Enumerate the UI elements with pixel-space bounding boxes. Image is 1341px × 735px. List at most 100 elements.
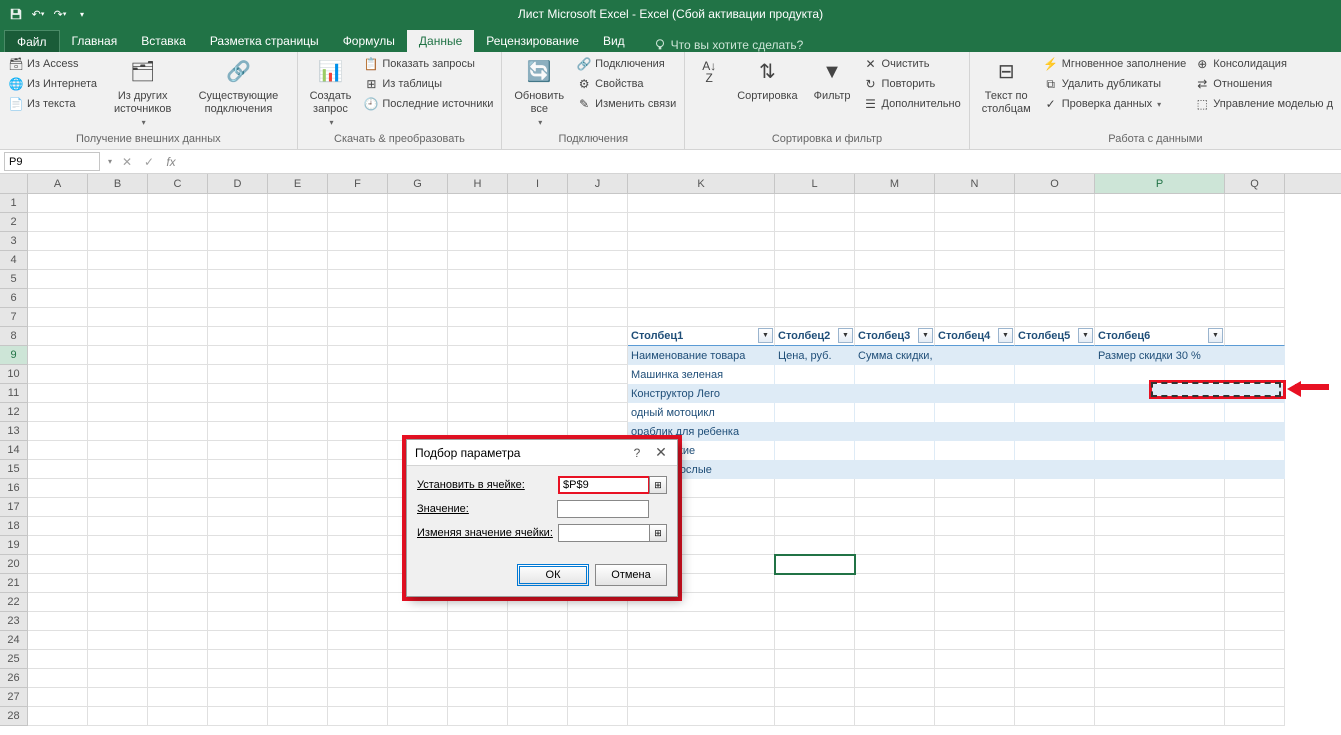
cell-B24[interactable] bbox=[88, 631, 148, 650]
show-queries-button[interactable]: 📋Показать запросы bbox=[361, 54, 495, 74]
to-value-input[interactable] bbox=[557, 500, 649, 518]
cell-G11[interactable] bbox=[388, 384, 448, 403]
cell-N28[interactable] bbox=[935, 707, 1015, 726]
cell-D20[interactable] bbox=[208, 555, 268, 574]
undo-icon[interactable]: ↶▾ bbox=[30, 6, 46, 22]
cell-L26[interactable] bbox=[775, 669, 855, 688]
cell-B16[interactable] bbox=[88, 479, 148, 498]
cell-H25[interactable] bbox=[448, 650, 508, 669]
dialog-help-icon[interactable]: ? bbox=[625, 446, 649, 460]
cell-O14[interactable] bbox=[1015, 441, 1095, 460]
row-header-28[interactable]: 28 bbox=[0, 707, 28, 726]
cell-B7[interactable] bbox=[88, 308, 148, 327]
cell-Q1[interactable] bbox=[1225, 194, 1285, 213]
cell-M8[interactable]: Столбец3▼ bbox=[855, 327, 935, 346]
cell-F22[interactable] bbox=[328, 593, 388, 612]
cell-G27[interactable] bbox=[388, 688, 448, 707]
consolidate-button[interactable]: ⊕Консолидация bbox=[1192, 54, 1335, 74]
cell-D28[interactable] bbox=[208, 707, 268, 726]
from-access-button[interactable]: 🗃Из Access bbox=[6, 54, 99, 74]
cell-G9[interactable] bbox=[388, 346, 448, 365]
cell-M27[interactable] bbox=[855, 688, 935, 707]
cell-J26[interactable] bbox=[568, 669, 628, 688]
from-other-sources-button[interactable]: 🗂 Из других источников bbox=[103, 54, 182, 132]
set-cell-input[interactable] bbox=[558, 476, 650, 494]
cell-O20[interactable] bbox=[1015, 555, 1095, 574]
cell-F12[interactable] bbox=[328, 403, 388, 422]
cell-I26[interactable] bbox=[508, 669, 568, 688]
cell-A21[interactable] bbox=[28, 574, 88, 593]
cell-N25[interactable] bbox=[935, 650, 1015, 669]
cell-B8[interactable] bbox=[88, 327, 148, 346]
cell-N19[interactable] bbox=[935, 536, 1015, 555]
cell-O15[interactable] bbox=[1015, 460, 1095, 479]
cell-F15[interactable] bbox=[328, 460, 388, 479]
cell-J9[interactable] bbox=[568, 346, 628, 365]
sort-az-button[interactable]: A↓Z bbox=[691, 54, 727, 92]
cell-P16[interactable] bbox=[1095, 479, 1225, 498]
cell-B22[interactable] bbox=[88, 593, 148, 612]
cell-O3[interactable] bbox=[1015, 232, 1095, 251]
cell-C24[interactable] bbox=[148, 631, 208, 650]
row-header-20[interactable]: 20 bbox=[0, 555, 28, 574]
cell-A17[interactable] bbox=[28, 498, 88, 517]
cell-C12[interactable] bbox=[148, 403, 208, 422]
row-header-7[interactable]: 7 bbox=[0, 308, 28, 327]
connections-button[interactable]: 🔗Подключения bbox=[574, 54, 678, 74]
col-header-N[interactable]: N bbox=[935, 174, 1015, 193]
cell-Q12[interactable] bbox=[1225, 403, 1285, 422]
cell-K28[interactable] bbox=[628, 707, 775, 726]
row-header-15[interactable]: 15 bbox=[0, 460, 28, 479]
cell-Q22[interactable] bbox=[1225, 593, 1285, 612]
existing-connections-button[interactable]: 🔗 Существующие подключения bbox=[186, 54, 290, 118]
tab-formulas[interactable]: Формулы bbox=[331, 30, 407, 52]
cell-Q26[interactable] bbox=[1225, 669, 1285, 688]
cell-N27[interactable] bbox=[935, 688, 1015, 707]
cell-C3[interactable] bbox=[148, 232, 208, 251]
cell-D22[interactable] bbox=[208, 593, 268, 612]
cell-Q23[interactable] bbox=[1225, 612, 1285, 631]
cell-B9[interactable] bbox=[88, 346, 148, 365]
fx-icon[interactable]: fx bbox=[160, 151, 182, 173]
cell-D26[interactable] bbox=[208, 669, 268, 688]
cell-O13[interactable] bbox=[1015, 422, 1095, 441]
cell-G12[interactable] bbox=[388, 403, 448, 422]
cell-H3[interactable] bbox=[448, 232, 508, 251]
ok-button[interactable]: ОК bbox=[517, 564, 589, 586]
cell-A19[interactable] bbox=[28, 536, 88, 555]
cell-L3[interactable] bbox=[775, 232, 855, 251]
cell-Q27[interactable] bbox=[1225, 688, 1285, 707]
cell-A24[interactable] bbox=[28, 631, 88, 650]
cell-E13[interactable] bbox=[268, 422, 328, 441]
cell-L12[interactable] bbox=[775, 403, 855, 422]
cell-B14[interactable] bbox=[88, 441, 148, 460]
cell-K24[interactable] bbox=[628, 631, 775, 650]
cell-E3[interactable] bbox=[268, 232, 328, 251]
cell-Q17[interactable] bbox=[1225, 498, 1285, 517]
cell-D6[interactable] bbox=[208, 289, 268, 308]
cell-L24[interactable] bbox=[775, 631, 855, 650]
cell-H8[interactable] bbox=[448, 327, 508, 346]
cell-B23[interactable] bbox=[88, 612, 148, 631]
cell-D19[interactable] bbox=[208, 536, 268, 555]
tell-me-search[interactable]: Что вы хотите сделать? bbox=[637, 38, 804, 52]
cell-I9[interactable] bbox=[508, 346, 568, 365]
cell-P3[interactable] bbox=[1095, 232, 1225, 251]
cell-A7[interactable] bbox=[28, 308, 88, 327]
cell-P28[interactable] bbox=[1095, 707, 1225, 726]
row-header-5[interactable]: 5 bbox=[0, 270, 28, 289]
row-header-25[interactable]: 25 bbox=[0, 650, 28, 669]
cell-B3[interactable] bbox=[88, 232, 148, 251]
accept-formula-icon[interactable]: ✓ bbox=[138, 151, 160, 173]
row-header-6[interactable]: 6 bbox=[0, 289, 28, 308]
relationships-button[interactable]: ⇄Отношения bbox=[1192, 74, 1335, 94]
cell-G26[interactable] bbox=[388, 669, 448, 688]
cell-A28[interactable] bbox=[28, 707, 88, 726]
cell-J6[interactable] bbox=[568, 289, 628, 308]
cell-D23[interactable] bbox=[208, 612, 268, 631]
cell-I23[interactable] bbox=[508, 612, 568, 631]
cell-B6[interactable] bbox=[88, 289, 148, 308]
cell-B10[interactable] bbox=[88, 365, 148, 384]
cell-I7[interactable] bbox=[508, 308, 568, 327]
col-header-G[interactable]: G bbox=[388, 174, 448, 193]
